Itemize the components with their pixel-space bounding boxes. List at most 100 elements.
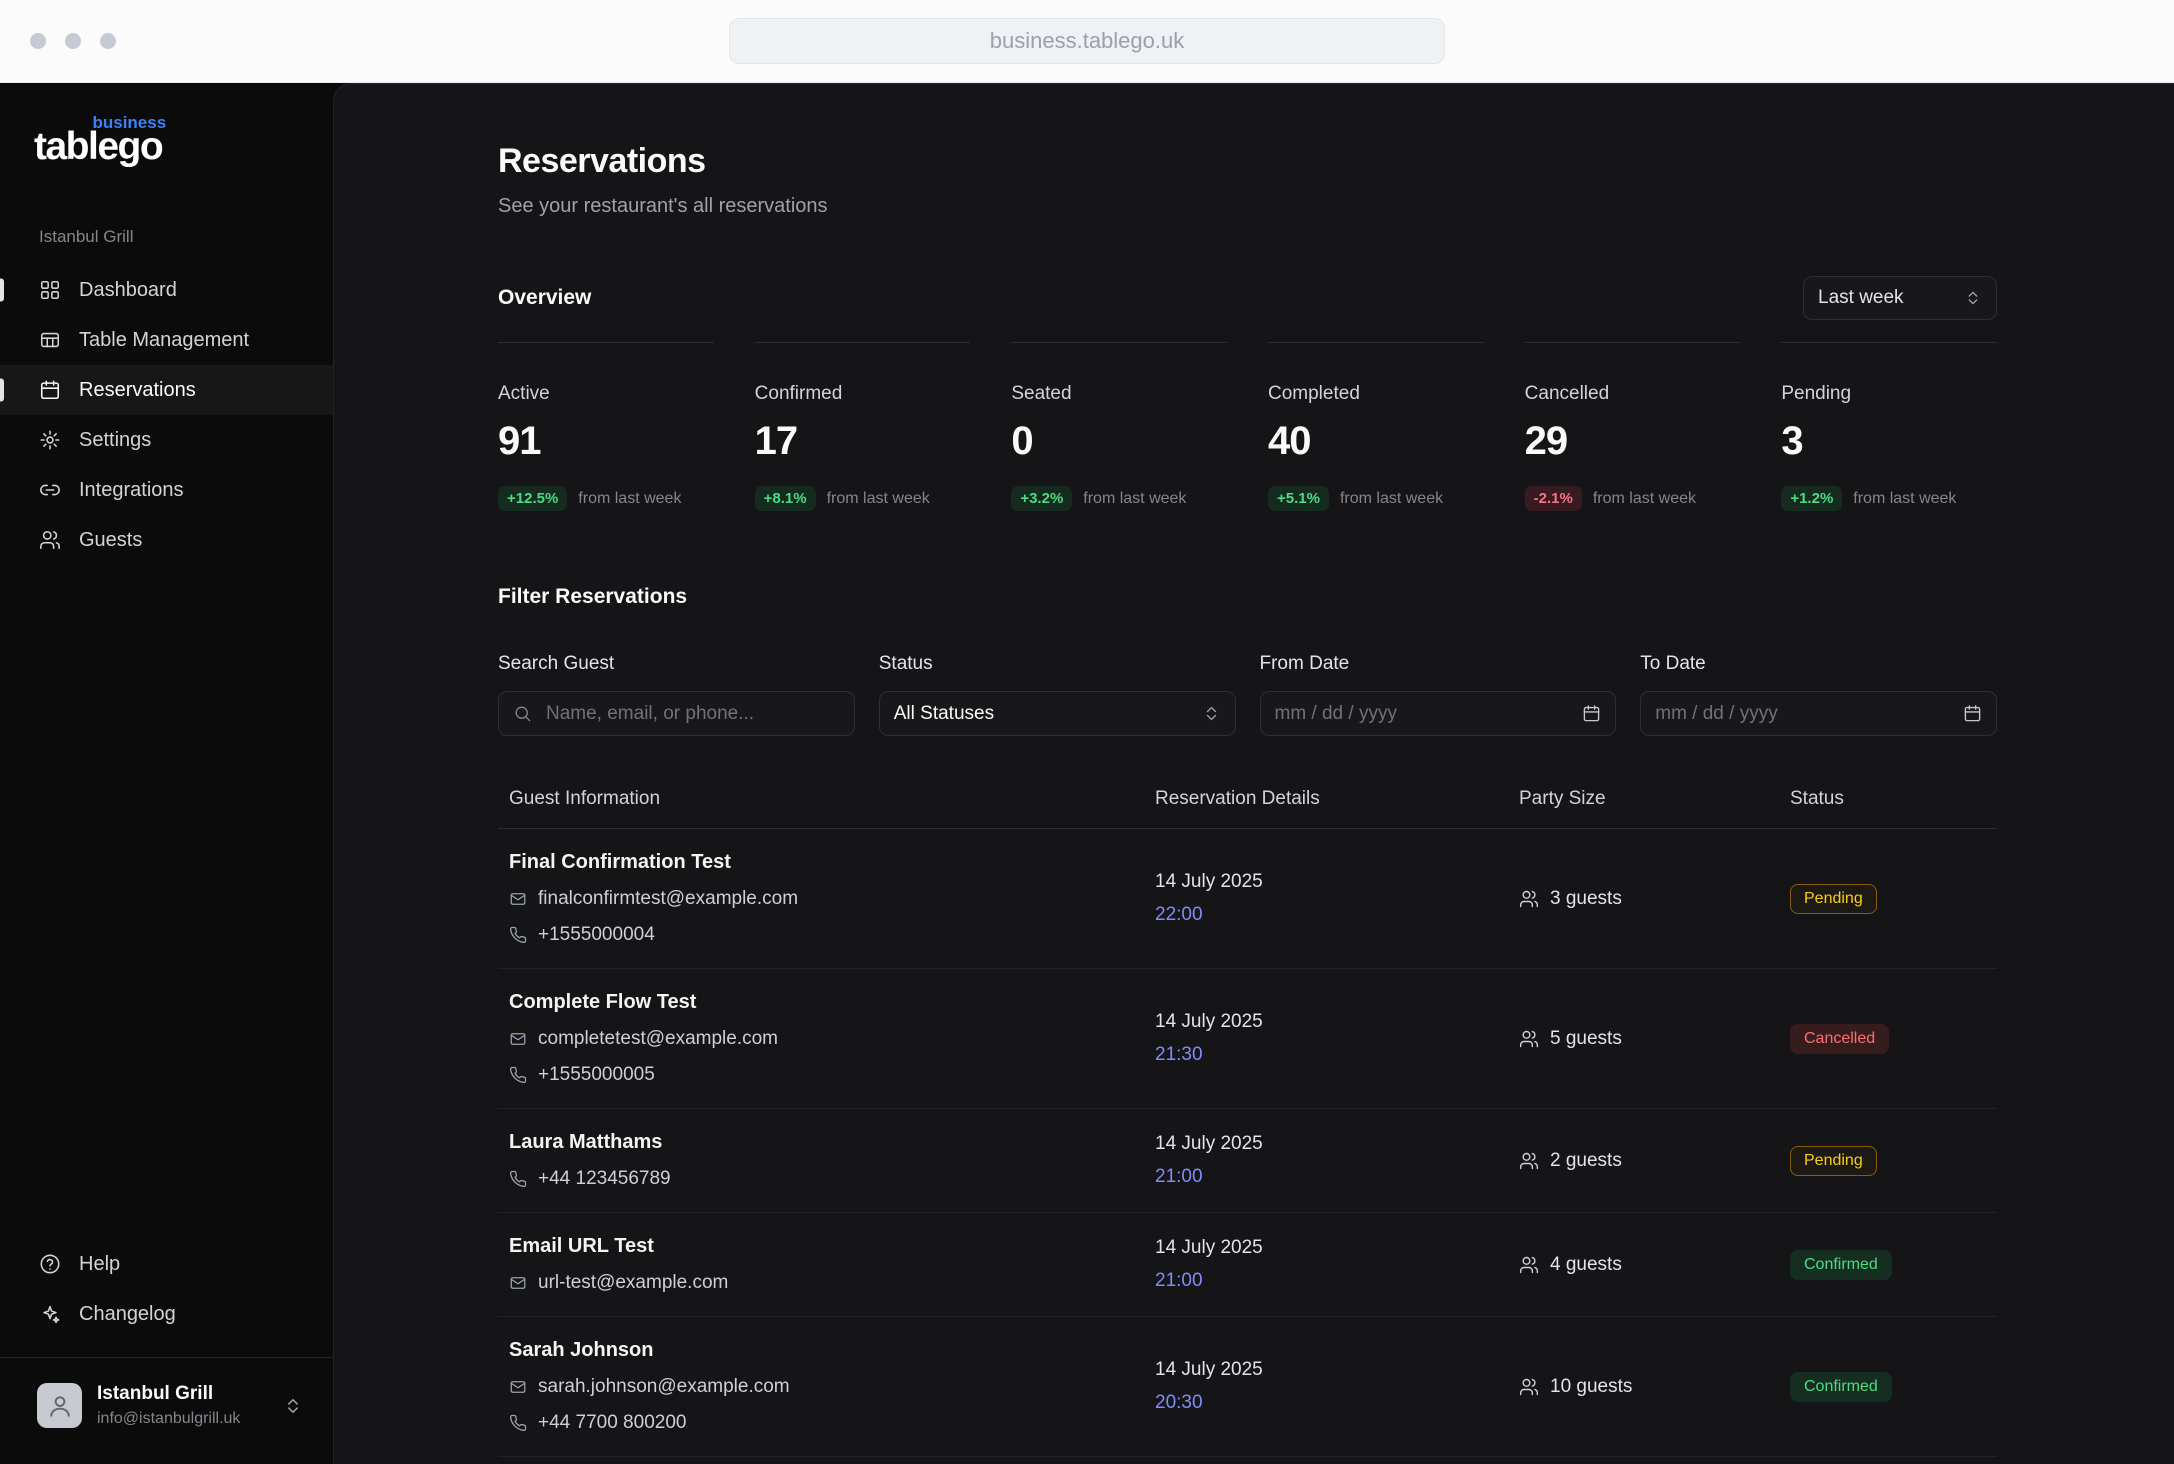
guest-name: Final Confirmation Test [509, 851, 1155, 874]
reservation-time-link[interactable]: 21:00 [1155, 1270, 1203, 1292]
stat-value: 17 [755, 419, 971, 464]
page-subtitle: See your restaurant's all reservations [498, 195, 1997, 218]
browser-chrome: business.tablego.uk [0, 0, 2174, 83]
overview-title: Overview [498, 286, 591, 310]
search-guest-field: Search Guest [498, 653, 855, 736]
active-indicator [0, 379, 4, 402]
sidebar-item-guests[interactable]: Guests [0, 515, 333, 565]
sidebar-item-help[interactable]: Help [0, 1239, 333, 1289]
from-date-label: From Date [1260, 653, 1617, 675]
stat-label: Confirmed [755, 383, 971, 405]
table-row[interactable]: Email URL Test url-test@example.com 14 J… [498, 1213, 1997, 1317]
window-close-button[interactable] [30, 33, 46, 49]
phone-icon [509, 1170, 527, 1188]
page-title: Reservations [498, 142, 1997, 181]
table-row[interactable]: Sarah Johnson sarah.johnson@example.com … [498, 1317, 1997, 1457]
sidebar-item-dashboard[interactable]: Dashboard [0, 265, 333, 315]
table-row[interactable]: Final Confirmation Test finalconfirmtest… [498, 829, 1997, 969]
guest-phone: +1555000004 [538, 924, 655, 946]
stat-value: 29 [1525, 419, 1741, 464]
stat-card-pending: Pending 3 +1.2% from last week [1781, 342, 1997, 511]
filter-title: Filter Reservations [498, 585, 1997, 609]
profile-email: info@istanbulgrill.uk [97, 1410, 268, 1428]
from-date-input[interactable]: mm / dd / yyyy [1260, 691, 1617, 736]
overview-stats: Active 91 +12.5% from last week Confirme… [498, 342, 1997, 511]
calendar-icon [1582, 704, 1601, 723]
mail-icon [509, 1274, 527, 1292]
party-size-value: 3 guests [1550, 888, 1622, 910]
main-content: Reservations See your restaurant's all r… [333, 83, 2174, 1464]
sparkles-icon [39, 1303, 61, 1325]
guest-search-box[interactable] [498, 691, 855, 736]
stat-caption: from last week [578, 490, 681, 508]
stat-caption: from last week [827, 490, 930, 508]
reservations-table: Guest Information Reservation Details Pa… [498, 788, 1997, 1457]
window-controls [30, 0, 116, 82]
users-icon [1519, 1255, 1539, 1275]
calendar-icon [1963, 704, 1982, 723]
table-row[interactable]: Laura Matthams +44 123456789 14 July 202… [498, 1109, 1997, 1213]
guest-phone: +1555000005 [538, 1064, 655, 1086]
window-maximize-button[interactable] [100, 33, 116, 49]
status-badge: Pending [1790, 1146, 1877, 1176]
users-icon [1519, 1151, 1539, 1171]
stat-card-active: Active 91 +12.5% from last week [498, 342, 714, 511]
reservation-date: 14 July 2025 [1155, 1237, 1519, 1259]
guest-search-input[interactable] [544, 702, 840, 726]
party-size-value: 4 guests [1550, 1254, 1622, 1276]
mail-icon [509, 1030, 527, 1048]
chevrons-up-down-icon [1202, 704, 1221, 723]
stat-value: 40 [1268, 419, 1484, 464]
reservation-time-link[interactable]: 20:30 [1155, 1392, 1203, 1414]
change-badge: +5.1% [1268, 486, 1329, 511]
address-bar[interactable]: business.tablego.uk [729, 18, 1445, 64]
sidebar-item-settings[interactable]: Settings [0, 415, 333, 465]
filters-bar: Search Guest Status All Statuses [498, 653, 1997, 736]
sidebar-item-table-management[interactable]: Table Management [0, 315, 333, 365]
address-bar-url: business.tablego.uk [990, 28, 1184, 54]
calendar-icon [39, 379, 61, 401]
reservation-time-link[interactable]: 22:00 [1155, 904, 1203, 926]
mail-icon [509, 890, 527, 908]
sidebar-spacer [0, 565, 333, 1239]
reservation-date: 14 July 2025 [1155, 1359, 1519, 1381]
sidebar-nav: Dashboard Table Management Reservations … [0, 265, 333, 565]
change-badge: +3.2% [1011, 486, 1072, 511]
stat-label: Active [498, 383, 714, 405]
sidebar-item-reservations[interactable]: Reservations [0, 365, 333, 415]
avatar [37, 1383, 82, 1428]
app-logo: tablego business [34, 125, 162, 169]
reservation-time-link[interactable]: 21:00 [1155, 1166, 1203, 1188]
change-badge: -2.1% [1525, 486, 1582, 511]
to-date-field: To Date mm / dd / yyyy [1640, 653, 1997, 736]
col-party-size: Party Size [1519, 788, 1790, 810]
window-minimize-button[interactable] [65, 33, 81, 49]
screen: business.tablego.uk tablego business Ist… [0, 0, 2174, 1464]
search-icon [513, 704, 532, 723]
to-date-input[interactable]: mm / dd / yyyy [1640, 691, 1997, 736]
table-row[interactable]: Complete Flow Test completetest@example.… [498, 969, 1997, 1109]
table-header-row: Guest Information Reservation Details Pa… [498, 788, 1997, 829]
change-badge: +8.1% [755, 486, 816, 511]
reservation-time-link[interactable]: 21:30 [1155, 1044, 1203, 1066]
sidebar: tablego business Istanbul Grill Dashboar… [0, 83, 333, 1464]
sidebar-item-changelog[interactable]: Changelog [0, 1289, 333, 1339]
app-shell: tablego business Istanbul Grill Dashboar… [0, 83, 2174, 1464]
phone-icon [509, 926, 527, 944]
stat-card-cancelled: Cancelled 29 -2.1% from last week [1525, 342, 1741, 511]
sidebar-item-integrations[interactable]: Integrations [0, 465, 333, 515]
status-select[interactable]: All Statuses [879, 691, 1236, 736]
from-date-field: From Date mm / dd / yyyy [1260, 653, 1617, 736]
reservation-date: 14 July 2025 [1155, 1011, 1519, 1033]
to-date-placeholder: mm / dd / yyyy [1655, 703, 1777, 725]
grid-icon [39, 279, 61, 301]
profile-menu[interactable]: Istanbul Grill info@istanbulgrill.uk [0, 1358, 333, 1434]
date-range-select[interactable]: Last week [1803, 276, 1997, 320]
reservation-date: 14 July 2025 [1155, 1133, 1519, 1155]
table-body: Final Confirmation Test finalconfirmtest… [498, 829, 1997, 1457]
guest-name: Email URL Test [509, 1235, 1155, 1258]
change-badge: +1.2% [1781, 486, 1842, 511]
profile-meta: Istanbul Grill info@istanbulgrill.uk [97, 1383, 268, 1428]
stat-value: 3 [1781, 419, 1997, 464]
col-status: Status [1790, 788, 1997, 810]
